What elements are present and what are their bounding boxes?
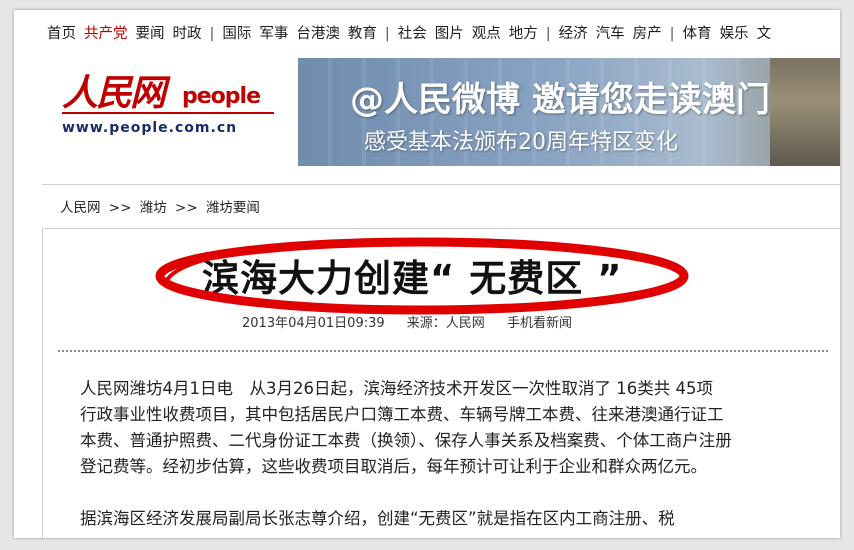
nav-separator: | bbox=[545, 26, 551, 42]
banner-building-image bbox=[770, 58, 840, 166]
nav-item[interactable]: 教育 bbox=[348, 22, 377, 43]
ad-banner[interactable]: @人民微博 邀请您走读澳门 感受基本法颁布20周年特区变化 bbox=[298, 58, 840, 166]
nav-item[interactable]: 经济 bbox=[559, 22, 588, 43]
nav-separator: | bbox=[384, 26, 390, 42]
paragraph-line: 行政事业性收费项目，其中包括居民户口簿工本费、车辆号牌工本费、往来港澳通行证工 bbox=[80, 405, 724, 424]
nav-item[interactable]: 文 bbox=[757, 22, 772, 43]
mobile-news-link[interactable]: 手机看新闻 bbox=[507, 316, 572, 331]
web-page: 首页 共产党 要闻 时政 | 国际 军事 台港澳 教育 | 社会 图片 观点 地方 | 经济 汽车 房产 | 体育 娱乐… bbox=[14, 10, 840, 538]
article-paragraph-1: 人民网潍坊4月1日电 从3月26日起，滨海经济技术开发区一次性取消了 16类共 … bbox=[80, 376, 820, 480]
nav-item[interactable]: 汽车 bbox=[596, 22, 625, 43]
nav-separator: | bbox=[669, 26, 675, 42]
header-divider bbox=[42, 184, 840, 185]
breadcrumb-separator: >> bbox=[108, 200, 132, 216]
red-ellipse-highlight bbox=[155, 237, 689, 315]
paragraph-line: 登记费等。经初步估算，这些收费项目取消后，每年预计可让利于企业和群众两亿元。 bbox=[80, 457, 707, 476]
nav-separator: | bbox=[209, 26, 215, 42]
logo-brand: 人民网 bbox=[62, 72, 166, 114]
breadcrumb-home-link[interactable]: 人民网 bbox=[60, 200, 101, 216]
breadcrumb-separator: >> bbox=[175, 200, 198, 216]
paragraph-line: 人民网潍坊4月1日电 从3月26日起，滨海经济技术开发区一次性取消了 16类共 … bbox=[80, 379, 713, 398]
breadcrumb-weifang-link[interactable]: 潍坊 bbox=[140, 200, 167, 216]
article-date: 2013年04月01日09:39 bbox=[242, 316, 385, 331]
nav-item[interactable]: 台港澳 bbox=[296, 22, 340, 43]
logo-url: www.people.com.cn bbox=[62, 120, 238, 136]
nav-item[interactable]: 共产党 bbox=[84, 22, 128, 43]
meta-divider bbox=[58, 350, 828, 352]
article-meta: 2013年04月01日09:39 来源：人民网 手机看新闻 bbox=[242, 312, 590, 331]
site-logo[interactable]: 人民网 people www.people.com.cn bbox=[62, 64, 292, 154]
nav-item[interactable]: 国际 bbox=[222, 22, 251, 43]
banner-headline: @人民微博 邀请您走读澳门 bbox=[350, 80, 770, 120]
nav-item[interactable]: 体育 bbox=[683, 22, 712, 43]
nav-item[interactable]: 要闻 bbox=[136, 22, 165, 43]
nav-item[interactable]: 图片 bbox=[435, 22, 464, 43]
logo-people: people bbox=[182, 84, 261, 109]
paragraph-line: 本费、普通护照费、二代身份证工本费（换领）、保存人事关系及档案费、个体工商户注册 bbox=[80, 431, 732, 450]
article-paragraph-2: 据滨海区经济发展局副局长张志尊介绍，创建“无费区”就是指在区内工商注册、税 bbox=[80, 506, 820, 532]
nav-item[interactable]: 地方 bbox=[509, 22, 538, 43]
banner-subline: 感受基本法颁布20周年特区变化 bbox=[364, 130, 678, 155]
nav-item[interactable]: 娱乐 bbox=[720, 22, 749, 43]
nav-item[interactable]: 时政 bbox=[173, 22, 202, 43]
nav-item[interactable]: 军事 bbox=[259, 22, 288, 43]
nav-item[interactable]: 房产 bbox=[633, 22, 662, 43]
top-navigation: 首页 共产党 要闻 时政 | 国际 军事 台港澳 教育 | 社会 图片 观点 地方 | 经济 汽车 房产 | 体育 娱乐… bbox=[47, 22, 840, 42]
paragraph-line: 据滨海区经济发展局副局长张志尊介绍，创建“无费区”就是指在区内工商注册、税 bbox=[80, 509, 675, 528]
nav-item[interactable]: 首页 bbox=[47, 22, 76, 43]
article-source: 来源：人民网 bbox=[406, 316, 485, 331]
nav-item[interactable]: 观点 bbox=[472, 22, 501, 43]
nav-item[interactable]: 社会 bbox=[398, 22, 427, 43]
logo-underline bbox=[62, 112, 274, 114]
breadcrumb: 人民网 >> 潍坊 >> 潍坊要闻 bbox=[60, 196, 264, 216]
breadcrumb-weifang-news-link[interactable]: 潍坊要闻 bbox=[206, 200, 260, 216]
